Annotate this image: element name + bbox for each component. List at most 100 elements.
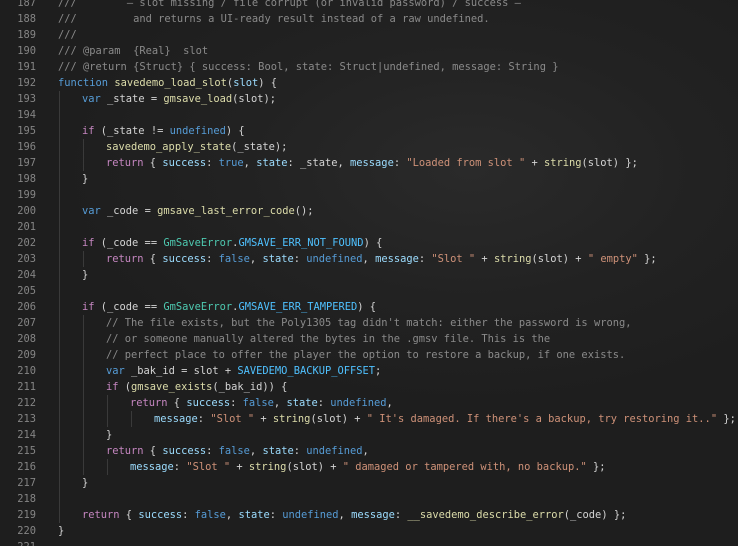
indent-guide: [58, 331, 60, 347]
code-line[interactable]: 213 message: "Slot " + string(slot) + " I…: [0, 411, 738, 427]
code-token-const: GMSAVE_ERR_NOT_FOUND: [238, 237, 364, 249]
code-token-punc: };: [717, 413, 736, 425]
code-token-prop: success: [138, 509, 183, 521]
code-token-prop: state: [286, 397, 318, 409]
code-line[interactable]: 215 return { success: false, state: undef…: [0, 443, 738, 459]
code-line[interactable]: 212 return { success: false, state: undef…: [0, 395, 738, 411]
code-token-prop: state: [262, 253, 294, 265]
code-line[interactable]: 201: [0, 219, 738, 235]
indent-guide: [58, 475, 60, 491]
code-line[interactable]: 190 /// @param {Real} slot: [0, 43, 738, 59]
code-token-type: GmSaveError: [163, 237, 233, 249]
code-token-fn: string: [248, 461, 287, 473]
code-token-prop: state: [256, 157, 288, 169]
code-token-punc: }: [82, 269, 89, 281]
line-number: 202: [17, 237, 36, 249]
code-line[interactable]: 188 /// and returns a UI-ready result ins…: [0, 11, 738, 27]
code-line[interactable]: 196 savedemo_apply_state(_state);: [0, 139, 738, 155]
code-token-kw: if: [106, 381, 119, 393]
line-number: 190: [17, 45, 36, 57]
code-token-str: "Slot ": [186, 461, 231, 473]
code-token-prop: success: [162, 253, 207, 265]
code-line[interactable]: 206 if (_code == GmSaveError.GMSAVE_ERR_T…: [0, 299, 738, 315]
code-text: if (gmsave_exists(_bak_id)) {: [106, 379, 287, 395]
code-token-kw: if: [82, 301, 95, 313]
code-token-punc: +: [230, 461, 249, 473]
code-text: savedemo_apply_state(_state);: [106, 139, 287, 155]
code-token-punc: :: [197, 413, 211, 425]
code-token-comment: /// @return {Struct} { success: Bool, st…: [58, 61, 559, 73]
code-line[interactable]: 208 // or someone manually altered the by…: [0, 331, 738, 347]
code-line[interactable]: 210 var _bak_id = slot + SAVEDEMO_BACKUP_…: [0, 363, 738, 379]
code-token-bool: undefined: [169, 125, 226, 137]
code-line[interactable]: 193 var _state = gmsave_load(slot);: [0, 91, 738, 107]
code-text: }: [82, 171, 88, 187]
code-token-bool: false: [242, 397, 274, 409]
code-line[interactable]: 192 function savedemo_load_slot(slot) {: [0, 75, 738, 91]
code-line[interactable]: 195 if (_state != undefined) {: [0, 123, 738, 139]
code-line[interactable]: 220}: [0, 523, 738, 539]
code-line[interactable]: 189 ///: [0, 27, 738, 43]
code-editor[interactable]: 187 /// — slot missing / file corrupt (or…: [0, 0, 738, 546]
code-line[interactable]: 221: [0, 539, 738, 546]
indent-guide: [82, 443, 84, 459]
indent-guide: [106, 395, 108, 411]
code-text: if (_code == GmSaveError.GMSAVE_ERR_NOT_…: [82, 235, 382, 251]
code-token-punc: :: [293, 253, 307, 265]
code-token-fn: savedemo_apply_state: [106, 141, 232, 153]
code-token-bool: false: [194, 509, 226, 521]
code-text: }: [82, 267, 88, 283]
code-line[interactable]: 191 /// @return {Struct} { success: Bool,…: [0, 59, 738, 75]
indent-guide: [58, 491, 60, 507]
indent-guide: [58, 395, 60, 411]
code-token-comment: /// — slot missing / file corrupt (or in…: [58, 0, 521, 9]
code-line[interactable]: 194: [0, 107, 738, 123]
code-token-fn: gmsave_load: [163, 93, 233, 105]
line-number: 216: [17, 461, 36, 473]
line-number: 194: [17, 109, 36, 121]
code-line[interactable]: 198}: [0, 171, 738, 187]
indent-guide: [58, 267, 60, 283]
code-line[interactable]: 199: [0, 187, 738, 203]
code-text: if (_code == GmSaveError.GMSAVE_ERR_TAMP…: [82, 299, 376, 315]
code-token-kw2: function: [58, 77, 109, 89]
code-token-punc: ();: [294, 205, 314, 217]
code-line[interactable]: 202 if (_code == GmSaveError.GMSAVE_ERR_N…: [0, 235, 738, 251]
code-line[interactable]: 203 return { success: false, state: undef…: [0, 251, 738, 267]
code-token-punc: (_state !=: [94, 125, 170, 137]
code-token-punc: (slot) };: [581, 157, 638, 169]
code-text: /// @param {Real} slot: [58, 43, 208, 59]
code-token-punc: ,: [338, 509, 352, 521]
code-token-punc: ) {: [225, 125, 245, 137]
code-token-prop: message: [154, 413, 198, 425]
code-line[interactable]: 197 return { success: true, state: _state…: [0, 155, 738, 171]
code-line[interactable]: 217}: [0, 475, 738, 491]
line-number: 209: [17, 349, 36, 361]
line-number: 203: [17, 253, 36, 265]
code-token-type: GmSaveError: [163, 301, 233, 313]
code-token-punc: (slot) +: [531, 253, 588, 265]
code-line[interactable]: 219 return { success: false, state: undef…: [0, 507, 738, 523]
code-token-fn: gmsave_last_error_code: [157, 205, 295, 217]
line-number: 193: [17, 93, 36, 105]
code-line[interactable]: 218: [0, 491, 738, 507]
code-token-fn: string: [493, 253, 532, 265]
code-token-punc: {: [143, 157, 163, 169]
code-line[interactable]: 214}: [0, 427, 738, 443]
code-line[interactable]: 200 var _code = gmsave_last_error_code();: [0, 203, 738, 219]
code-lines[interactable]: 187 /// — slot missing / file corrupt (or…: [0, 0, 738, 546]
code-line[interactable]: 211 if (gmsave_exists(_bak_id)) {: [0, 379, 738, 395]
code-line[interactable]: 205: [0, 283, 738, 299]
code-line[interactable]: 216 message: "Slot " + string(slot) + " d…: [0, 459, 738, 475]
indent-guide: [58, 219, 60, 235]
code-line[interactable]: 187 /// — slot missing / file corrupt (or…: [0, 0, 738, 11]
code-token-punc: :: [394, 509, 408, 521]
code-token-kw2: var: [82, 93, 101, 105]
code-line[interactable]: 209 // perfect place to offer the player …: [0, 347, 738, 363]
code-token-fn: string: [272, 413, 311, 425]
code-line[interactable]: 204}: [0, 267, 738, 283]
code-line[interactable]: 207 // The file exists, but the Poly1305 …: [0, 315, 738, 331]
line-number: 207: [17, 317, 36, 329]
line-number: 204: [17, 269, 36, 281]
indent-guide: [58, 123, 60, 139]
